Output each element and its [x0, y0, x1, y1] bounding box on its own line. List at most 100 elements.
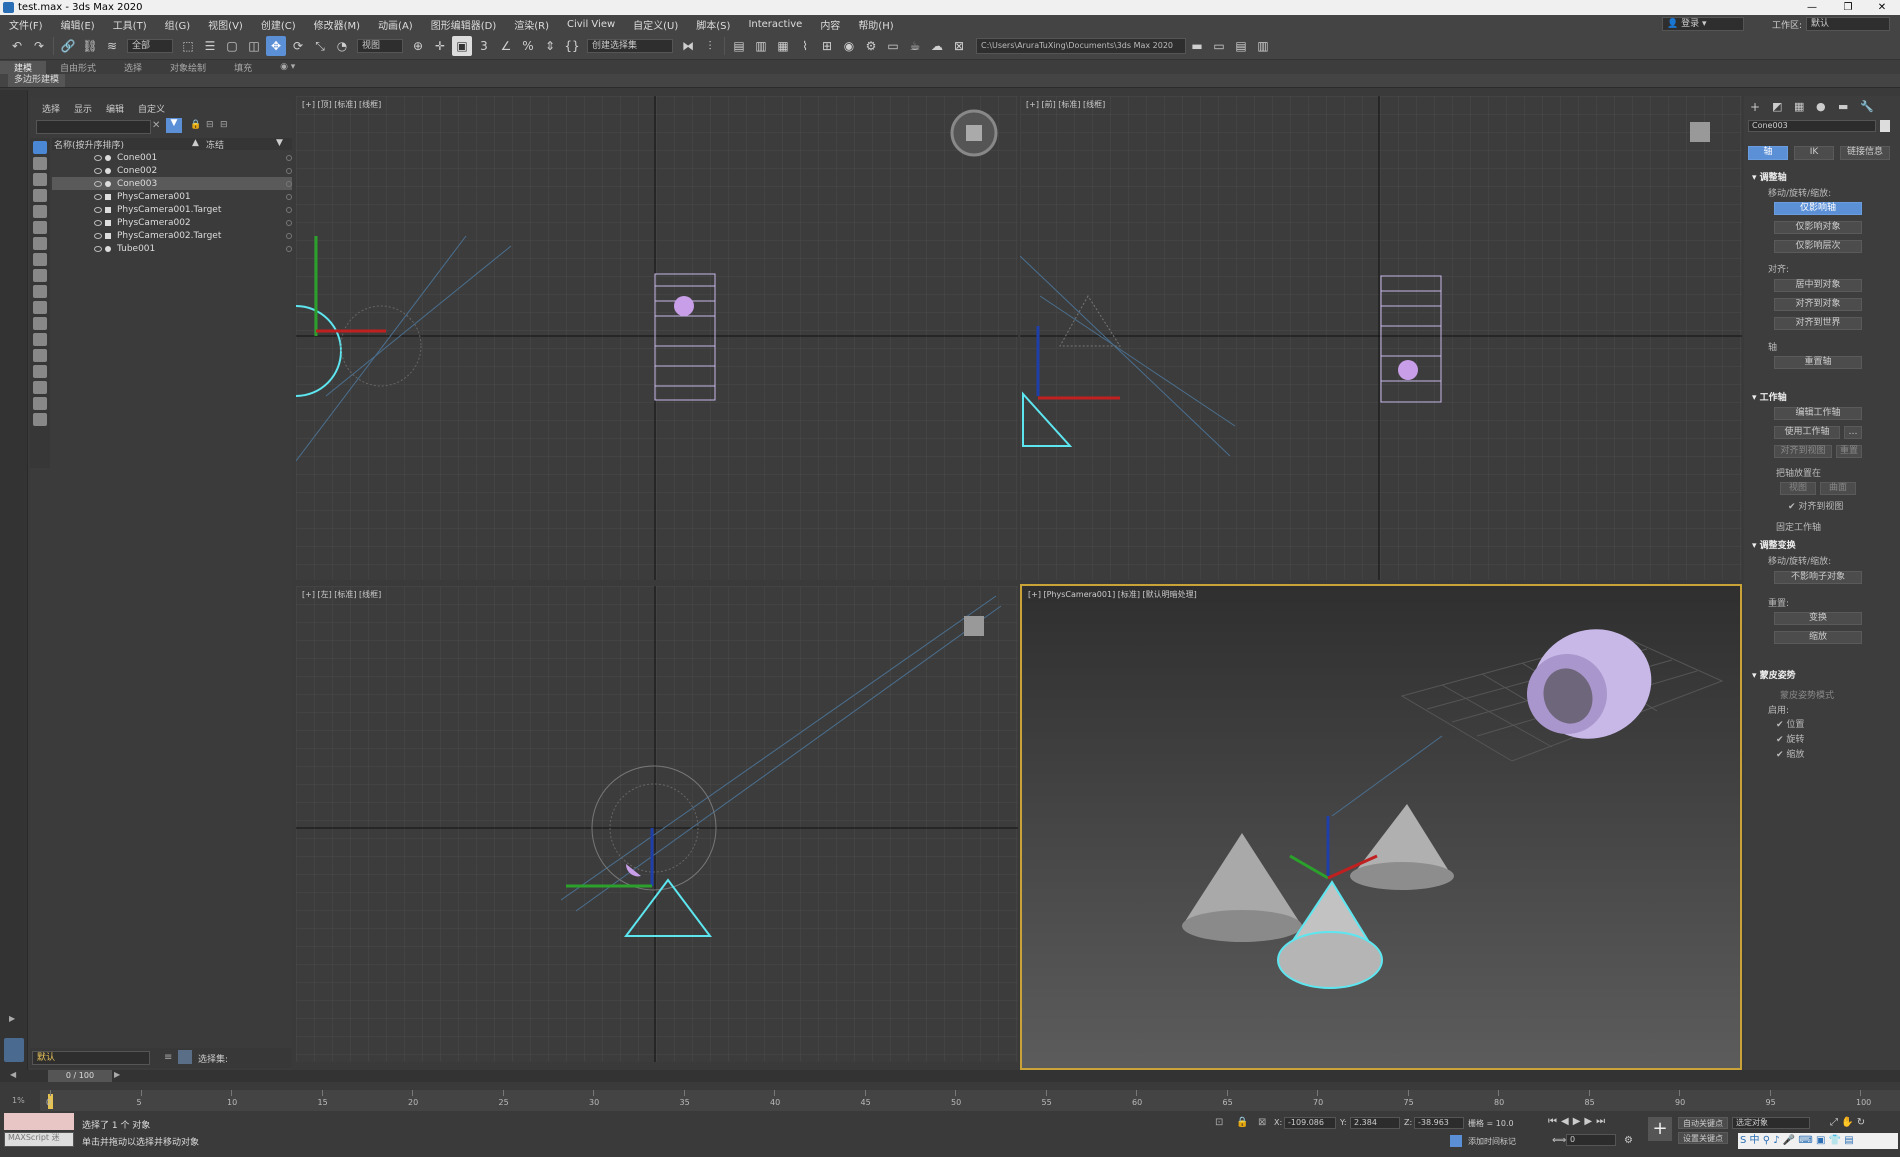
snap-toggle-icon[interactable]: 3 [474, 36, 494, 56]
clear-search-icon[interactable]: ✕ [152, 120, 160, 131]
scene-explorer-icon[interactable]: ▤ [729, 36, 749, 56]
login-dropdown[interactable]: 👤 登录 ▾ [1662, 17, 1744, 31]
motion-tab-icon[interactable]: ● [1816, 100, 1826, 113]
column-name-header[interactable]: 名称(按升序排序) [52, 138, 192, 151]
explorer-tab-display[interactable]: 显示 [74, 102, 92, 115]
menu-group[interactable]: 组(G) [156, 17, 200, 32]
modify-tab-icon[interactable]: ◩ [1772, 100, 1782, 113]
ribbon-tab-populate[interactable]: 填充 [220, 61, 266, 74]
render-setup-icon[interactable]: ⚙ [861, 36, 881, 56]
create-tab-icon[interactable]: + [1750, 100, 1760, 114]
expand-arrow-icon[interactable]: ▶ [9, 1014, 19, 1024]
ribbon-tab-freeform[interactable]: 自由形式 [46, 61, 110, 74]
angle-snap-icon[interactable]: ∠ [496, 36, 516, 56]
track-bar-toggle[interactable]: 1% [0, 1090, 40, 1111]
affect-object-only-button[interactable]: 仅影响对象 [1774, 221, 1862, 234]
menu-civil-view[interactable]: Civil View [558, 19, 624, 30]
skin-pose-mode-checkbox[interactable]: 蒙皮姿势模式 [1780, 688, 1834, 701]
redo-icon[interactable]: ↷ [29, 36, 49, 56]
select-place-icon[interactable]: ◔ [332, 36, 352, 56]
menu-content[interactable]: 内容 [811, 17, 849, 32]
display-lights-icon[interactable] [33, 189, 47, 202]
hierarchy-tab-icon[interactable]: ▦ [1794, 100, 1804, 113]
ribbon-options-icon[interactable]: ◉ ▾ [266, 62, 309, 72]
viewport-left-label[interactable]: [+] [左] [标准] [线框] [302, 589, 381, 600]
add-time-tag-button[interactable]: 添加时间标记 [1468, 1136, 1516, 1147]
set-key-big-button[interactable]: + [1648, 1117, 1672, 1141]
select-move-icon[interactable]: ✥ [266, 36, 286, 56]
link-info-tab-button[interactable]: 链接信息 [1840, 146, 1890, 160]
place-surface-button[interactable]: 曲面 [1820, 482, 1856, 495]
undo-icon[interactable]: ↶ [7, 36, 27, 56]
close-button[interactable]: ✕ [1868, 0, 1896, 15]
project-folder-icon[interactable]: ▬ [1187, 36, 1207, 56]
viewport-front-label[interactable]: [+] [前] [标准] [线框] [1026, 99, 1105, 110]
select-by-name-icon[interactable]: ☰ [200, 36, 220, 56]
time-slider-thumb[interactable]: 0 / 100 [48, 1070, 112, 1082]
ribbon-tab-modeling[interactable]: 建模 [0, 60, 47, 74]
selection-set-icon[interactable] [178, 1050, 192, 1064]
freeze-toggle-icon[interactable] [286, 232, 292, 239]
spinner-snap-icon[interactable]: ⇕ [540, 36, 560, 56]
reset-scale-button[interactable]: 缩放 [1774, 631, 1862, 644]
ik-tab-button[interactable]: IK [1794, 146, 1834, 160]
absolute-mode-icon[interactable]: ⊠ [1258, 1117, 1266, 1128]
menu-graph-editors[interactable]: 图形编辑器(D) [422, 17, 506, 32]
polygon-modeling-button[interactable]: 多边形建模 [8, 74, 66, 87]
time-tag-icon[interactable] [1450, 1135, 1462, 1147]
freeze-toggle-icon[interactable] [286, 245, 292, 252]
rect-selection-icon[interactable]: ▢ [222, 36, 242, 56]
pivot-tab-button[interactable]: 轴 [1748, 146, 1788, 160]
project-path-dropdown[interactable]: C:\Users\AruraTuXing\Documents\3ds Max 2… [976, 38, 1186, 54]
auto-key-button[interactable]: 自动关键点 [1678, 1117, 1728, 1129]
keyboard-shortcut-toggle-icon[interactable]: ▣ [452, 36, 472, 56]
scene-row-physcamera002-target[interactable]: PhysCamera002.Target [52, 229, 292, 242]
select-rotate-icon[interactable]: ⟳ [288, 36, 308, 56]
y-coord-field[interactable]: 2.384 [1350, 1117, 1400, 1129]
align-to-view-button[interactable]: 对齐到视图 [1774, 445, 1832, 458]
set-project-icon[interactable]: ▭ [1209, 36, 1229, 56]
working-pivot-reset-button[interactable]: 重置 [1836, 445, 1862, 458]
menu-modifiers[interactable]: 修改器(M) [305, 17, 369, 32]
render-cloud-icon[interactable]: ☁ [927, 36, 947, 56]
skin-pose-rollout[interactable]: ▾ 蒙皮姿势 [1752, 668, 1796, 681]
x-coord-field[interactable]: -109.086 [1284, 1117, 1336, 1129]
explorer-tab-edit[interactable]: 编辑 [106, 102, 124, 115]
layer-sort-icon[interactable]: ⊟ [220, 120, 228, 130]
maxscript-listener-top[interactable] [4, 1113, 74, 1130]
display-frozen-icon[interactable] [33, 317, 47, 330]
ribbon-toggle-icon[interactable]: ▦ [773, 36, 793, 56]
menu-tools[interactable]: 工具(T) [104, 17, 156, 32]
display-invert-icon[interactable] [33, 381, 47, 394]
object-name-field[interactable]: Cone003 [1748, 120, 1876, 132]
ribbon-tab-object-paint[interactable]: 对象绘制 [156, 61, 220, 74]
display-cameras-icon[interactable] [33, 205, 47, 218]
z-coord-field[interactable]: -38.963 [1414, 1117, 1464, 1129]
viewport-top[interactable]: [+] [顶] [标准] [线框] [296, 96, 1018, 580]
render-icon[interactable]: ☕ [905, 36, 925, 56]
visibility-eye-icon[interactable] [94, 219, 102, 226]
lock-icon[interactable]: 🔒 [190, 120, 201, 130]
viewport-layout-icon[interactable] [4, 1038, 24, 1062]
display-all-icon[interactable] [33, 141, 47, 154]
menu-scripting[interactable]: 脚本(S) [687, 17, 739, 32]
open-project-icon[interactable]: ▤ [1231, 36, 1251, 56]
explorer-search-input[interactable] [36, 120, 151, 134]
select-manipulate-icon[interactable]: ✛ [430, 36, 450, 56]
dont-affect-children-button[interactable]: 不影响子对象 [1774, 571, 1862, 584]
align-to-object-button[interactable]: 对齐到对象 [1774, 298, 1862, 311]
visibility-eye-icon[interactable] [94, 154, 102, 161]
create-project-icon[interactable]: ▥ [1253, 36, 1273, 56]
display-shapes-icon[interactable] [33, 173, 47, 186]
filter-funnel-icon[interactable] [33, 397, 47, 410]
visibility-eye-icon[interactable] [94, 206, 102, 213]
menu-interactive[interactable]: Interactive [739, 19, 811, 30]
display-bones-icon[interactable] [33, 285, 47, 298]
menu-help[interactable]: 帮助(H) [849, 17, 902, 32]
scene-row-physcamera001-target[interactable]: PhysCamera001.Target [52, 203, 292, 216]
rotation-checkbox[interactable]: ✔ 旋转 [1776, 732, 1804, 745]
explorer-tab-customize[interactable]: 自定义 [138, 102, 165, 115]
menu-rendering[interactable]: 渲染(R) [505, 17, 558, 32]
display-geometry-icon[interactable] [33, 157, 47, 170]
menu-create[interactable]: 创建(C) [252, 17, 305, 32]
